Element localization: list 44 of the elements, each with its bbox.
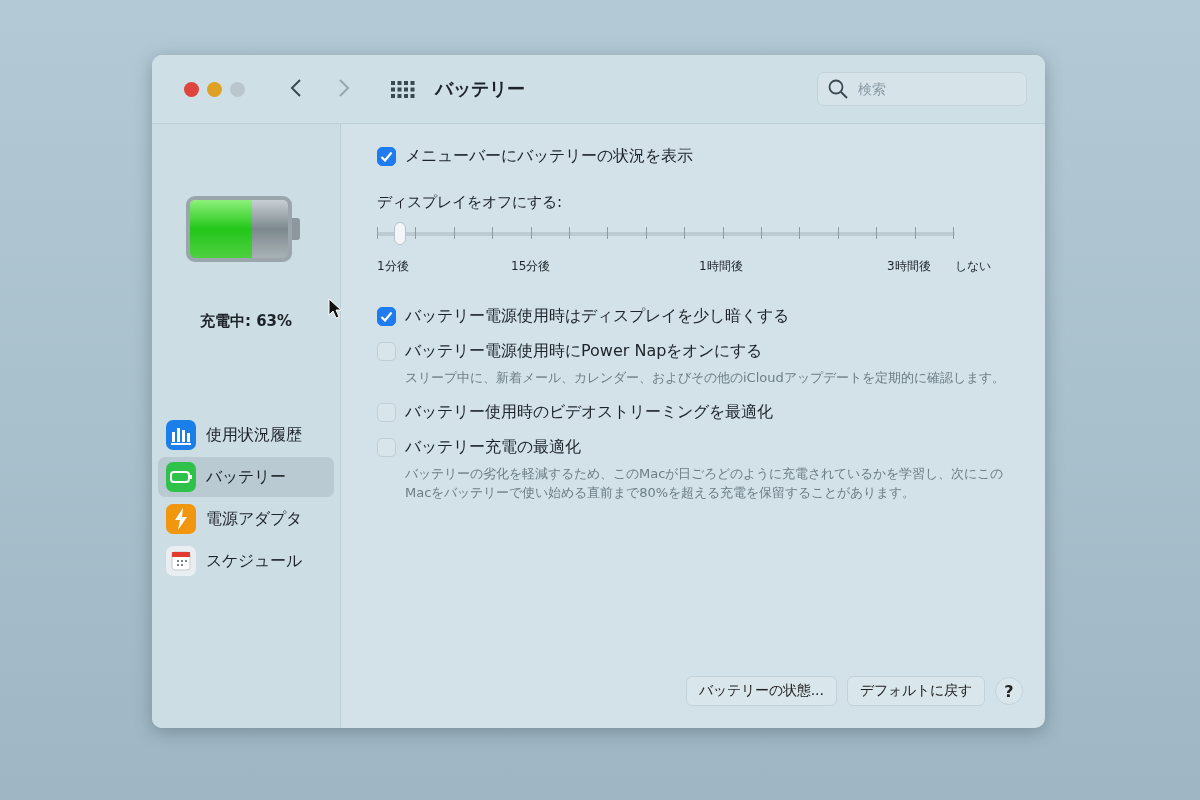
help-button[interactable]: ? <box>995 677 1023 705</box>
search-input[interactable]: 検索 <box>856 80 1010 98</box>
search-icon <box>828 79 848 99</box>
minimize-button[interactable] <box>207 81 222 97</box>
checkbox-label: バッテリー電源使用時にPower Napをオンにする <box>405 341 763 362</box>
bar-chart-icon <box>166 420 196 450</box>
charge-status: 充電中: 63% <box>199 312 293 331</box>
slider-thumb[interactable] <box>394 222 407 245</box>
search-field[interactable]: 検索 <box>817 72 1027 106</box>
checkbox[interactable] <box>377 147 396 166</box>
sidebar-item[interactable]: 電源アダプタ <box>158 499 334 539</box>
slider-label: ディスプレイをオフにする: <box>377 193 564 212</box>
sidebar-item[interactable]: 使用状況履歴 <box>158 415 334 455</box>
mouse-pointer-icon <box>328 298 342 320</box>
checkbox[interactable] <box>377 307 396 326</box>
checkbox[interactable] <box>377 437 396 457</box>
close-button[interactable] <box>184 81 199 97</box>
push-button[interactable]: バッテリーの状態... <box>685 676 837 706</box>
chevron-left-icon <box>290 78 302 98</box>
grid-icon[interactable] <box>391 80 415 98</box>
zoom-button[interactable] <box>230 81 245 97</box>
checkbox-label: メニューバーにバッテリーの状況を表示 <box>405 146 693 167</box>
lightning-icon <box>166 504 196 534</box>
checkbox[interactable] <box>377 402 396 422</box>
description-text: バッテリーの劣化を軽減するため、このMacが日ごろどのように充電されているかを学習し、次にこのMacをバッテリーで使い始める直前まで80%を超える充電を保留することがあります。 <box>405 464 1005 502</box>
tick-label: 15分後 <box>511 258 551 275</box>
tick-label: しない <box>955 258 991 275</box>
checkbox-label: バッテリー使用時のビデオストリーミングを最適化 <box>405 401 773 423</box>
push-button[interactable]: デフォルトに戻す <box>847 676 985 706</box>
checkbox-label: バッテリー電源使用時はディスプレイを少し暗くする <box>405 306 789 327</box>
chevron-right-icon <box>338 78 350 98</box>
display-off-slider[interactable] <box>377 222 955 246</box>
calendar-icon <box>166 546 196 576</box>
description-text: スリープ中に、新着メール、カレンダー、およびその他のiCloudアップデートを定期的に確認します。 <box>405 369 1006 387</box>
tick-label: 1分後 <box>377 258 409 275</box>
battery-icon <box>166 462 196 492</box>
checkbox-label: バッテリー充電の最適化 <box>405 436 581 458</box>
tick-label: 1時間後 <box>699 258 743 275</box>
tick-label: 3時間後 <box>887 258 931 275</box>
sidebar-item[interactable]: バッテリー <box>158 457 334 497</box>
checkbox[interactable] <box>377 342 396 361</box>
window-title: バッテリー <box>435 77 526 101</box>
sidebar-item[interactable]: スケジュール <box>158 541 334 581</box>
battery-terminal <box>292 218 300 240</box>
